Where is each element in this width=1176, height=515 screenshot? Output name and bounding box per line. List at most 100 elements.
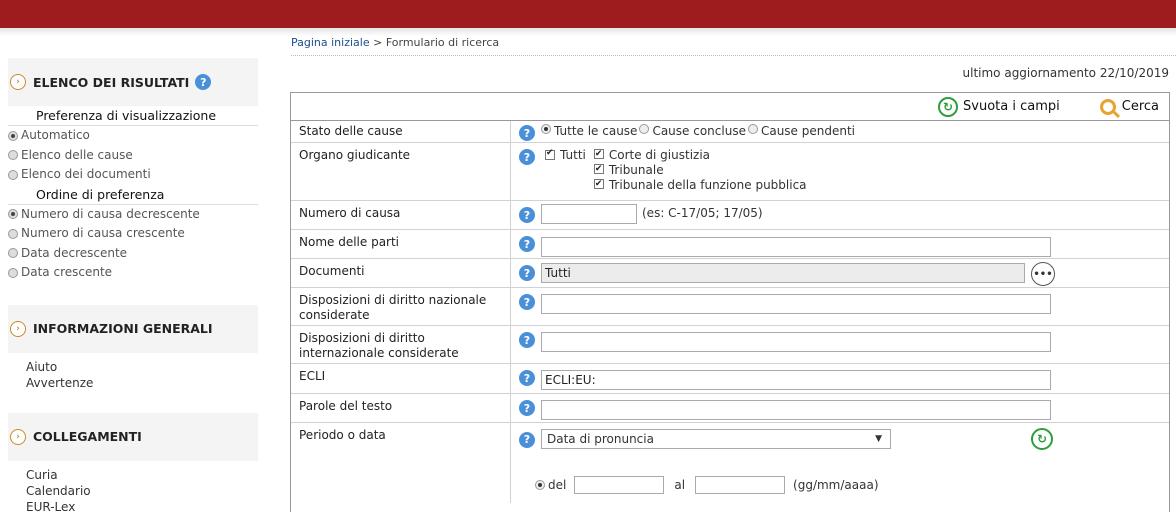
chevron-circle-icon: › [10,428,26,445]
order-option-num-asc[interactable]: Numero di causa crescente [8,224,258,244]
radio-icon[interactable] [541,124,551,134]
party-names-input[interactable] [541,237,1051,257]
order-option-label: Numero di causa crescente [21,226,185,240]
help-icon[interactable]: ? [519,236,535,252]
international-provisions-input[interactable] [541,332,1051,352]
radio-icon[interactable] [535,480,545,490]
general-info-header[interactable]: › INFORMAZIONI GENERALI [8,305,258,353]
order-option-date-asc[interactable]: Data crescente [8,263,258,283]
date-to-input[interactable] [695,476,786,494]
help-icon[interactable]: ? [519,431,535,448]
refresh-icon[interactable]: ↻ [1031,428,1053,450]
banner-shadow [0,28,1176,36]
help-icon[interactable]: ? [519,400,535,416]
order-option-label: Numero di causa decrescente [21,206,200,221]
field-value: ? [511,394,1169,422]
ecli-input[interactable]: ECLI:EU: [541,370,1051,390]
breadcrumb-home-link[interactable]: Pagina iniziale [291,36,370,49]
results-title: ELENCO DEI RISULTATI [33,74,190,90]
order-option-num-desc[interactable]: Numero di causa decrescente [8,204,258,224]
radio-icon[interactable] [8,267,18,278]
date-format-hint: (gg/mm/aaaa) [793,478,879,492]
display-option-elenco-documenti[interactable]: Elenco dei documenti [8,165,258,185]
text-words-input[interactable] [541,400,1051,420]
organo-option-label: Corte di giustizia [608,148,711,162]
link-calendario[interactable]: Calendario [8,482,258,499]
row-ecli: ECLI ? ECLI:EU: [291,364,1169,394]
display-option-automatico[interactable]: Automatico [8,126,258,146]
display-preference-title: Preferenza di visualizzazione [8,106,258,126]
row-nome: Nome delle parti ? [291,230,1169,259]
order-option-label: Data decrescente [21,245,128,260]
field-label: Parole del testo [291,394,511,422]
row-disp-int: Disposizioni di diritto internazionale c… [291,326,1169,364]
help-icon[interactable]: ? [195,74,212,90]
stato-option-label: Tutte le cause [554,124,638,138]
links-header[interactable]: › COLLEGAMENTI [8,413,258,461]
radio-icon[interactable] [8,228,18,239]
date-from-input[interactable] [574,476,665,494]
date-range: del al (gg/mm/aaaa) [535,476,879,494]
case-number-hint: (es: C-17/05; 17/05) [642,206,763,220]
reset-button[interactable]: ↻ Svuota i campi [938,96,1060,117]
order-preference-title: Ordine di preferenza [8,184,258,205]
radio-icon[interactable] [8,248,18,259]
field-label: Disposizioni di diritto nazionale consid… [291,288,511,325]
period-type-select[interactable]: Data di pronuncia ▼ [541,429,891,449]
checkbox-tfp[interactable] [593,177,604,192]
field-value: ? [511,230,1169,258]
search-label: Cerca [1121,99,1159,114]
help-icon[interactable]: ? [519,207,535,223]
help-icon[interactable]: ? [519,125,535,141]
results-header[interactable]: › ELENCO DEI RISULTATI ? [8,58,258,106]
dropdown-arrow-icon: ▼ [875,434,882,444]
more-options-icon[interactable]: ••• [1031,262,1055,286]
help-icon[interactable]: ? [519,265,535,281]
results-section: › ELENCO DEI RISULTATI ? Preferenza di v… [8,58,258,283]
display-option-elenco-cause[interactable]: Elenco delle cause [8,145,258,165]
radio-icon[interactable] [8,150,18,161]
checkbox-tutti[interactable] [545,148,555,160]
radio-icon[interactable] [8,169,18,180]
link-curia[interactable]: Curia [8,466,258,483]
organo-all-label: Tutti [560,148,586,162]
link-avvertenze[interactable]: Avvertenze [8,374,258,391]
radio-icon[interactable] [639,124,650,134]
field-label: Stato delle cause [291,121,511,142]
row-numero: Numero di causa ? (es: C-17/05; 17/05) [291,201,1169,230]
breadcrumb: Pagina iniziale > Formulario di ricerca [291,36,1176,56]
radio-icon[interactable] [8,130,18,141]
to-label: al [674,478,686,492]
checkbox-corte[interactable] [593,147,604,162]
last-update: ultimo aggiornamento 22/10/2019 [962,66,1169,80]
field-value: ? Tutti Corte di giustizia Tribunale Tri… [511,143,1169,200]
organo-options: Corte di giustizia Tribunale Tribunale d… [593,147,807,193]
order-option-date-desc[interactable]: Data decrescente [8,243,258,263]
radio-icon[interactable] [8,209,18,220]
field-label: Nome delle parti [291,230,511,258]
checkbox-tribunale[interactable] [593,162,604,177]
links-section: › COLLEGAMENTI Curia Calendario EUR-Lex [8,412,258,515]
search-button[interactable]: Cerca [1099,98,1159,115]
link-eur-lex[interactable]: EUR-Lex [8,498,258,515]
stato-option-label: Cause pendenti [760,124,856,138]
general-info-title: INFORMAZIONI GENERALI [33,321,213,336]
national-provisions-input[interactable] [541,294,1051,314]
display-option-label: Elenco delle cause [21,147,133,162]
field-value: ? (es: C-17/05; 17/05) [511,201,1169,229]
field-value: ? Tutti ••• [511,259,1169,287]
organo-option-label: Tribunale della funzione pubblica [608,178,807,192]
radio-icon[interactable] [747,124,758,134]
row-disp-naz: Disposizioni di diritto nazionale consid… [291,288,1169,326]
organo-option-label: Tribunale [608,163,664,177]
help-icon[interactable]: ? [519,332,535,348]
case-number-input[interactable] [541,204,637,224]
link-aiuto[interactable]: Aiuto [8,358,258,375]
help-icon[interactable]: ? [519,294,535,310]
general-info-section: › INFORMAZIONI GENERALI Aiuto Avvertenze [8,304,258,391]
links-title: COLLEGAMENTI [33,429,142,444]
row-organo: Organo giudicante ? Tutti Corte di giust… [291,143,1169,201]
help-icon[interactable]: ? [519,370,535,386]
field-label: Documenti [291,259,511,287]
help-icon[interactable]: ? [519,149,535,165]
